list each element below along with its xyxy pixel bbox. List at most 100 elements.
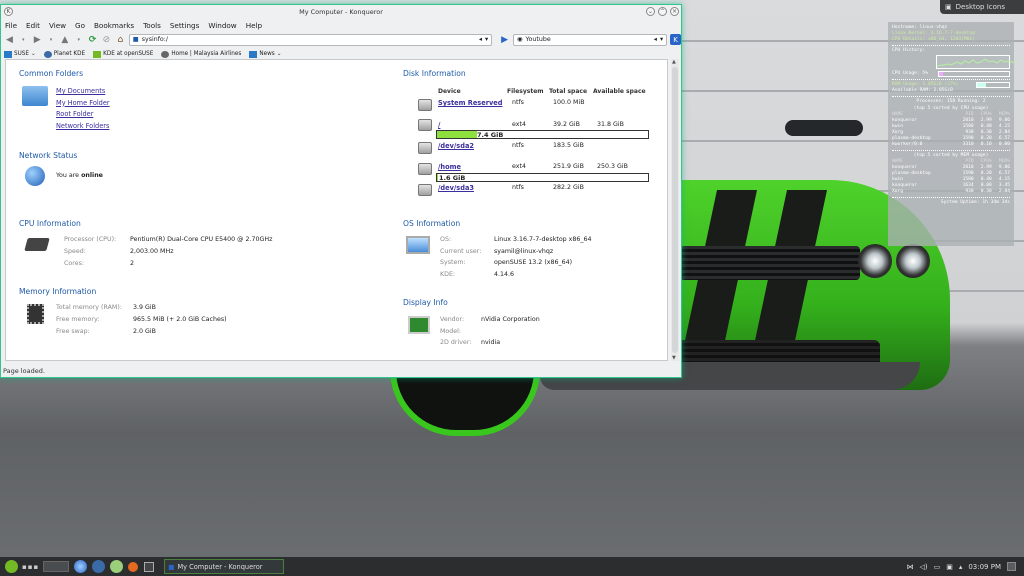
conky-process-cell: 930 <box>965 189 974 195</box>
konqueror-icon[interactable] <box>92 560 106 573</box>
clear-address-icon[interactable]: ◂ <box>479 36 482 43</box>
show-desktop-icon[interactable] <box>1007 562 1016 571</box>
window-titlebar[interactable]: K My Computer - Konqueror ⌄ ⌃ × <box>1 5 681 19</box>
conky-cpu-usage: CPU Usage: 5% <box>892 71 928 77</box>
volume-icon[interactable]: ◁) <box>919 563 927 571</box>
minimize-icon[interactable]: ⌄ <box>646 7 655 16</box>
search-text: Youtube <box>525 36 551 43</box>
bookmark-malaysia-airlines[interactable]: Home | Malaysia Airlines <box>161 50 241 58</box>
page-favicon: ■ <box>132 36 139 43</box>
opensuse-icon <box>93 50 102 58</box>
menu-edit[interactable]: Edit <box>26 21 40 30</box>
disk-row-device-link[interactable]: System Reserved <box>438 99 502 107</box>
link-my-home-folder[interactable]: My Home Folder <box>56 99 110 107</box>
bookmark-planet-kde[interactable]: Planet KDE <box>43 50 85 58</box>
reload-icon[interactable]: ⟳ <box>87 34 98 45</box>
opensuse-icon[interactable] <box>110 560 124 573</box>
os-values: Linux 3.16.7-7-desktop x86_64 syamil@lin… <box>494 236 592 278</box>
up-icon[interactable]: ▲ <box>59 34 70 45</box>
disk-row-device-link[interactable]: / <box>438 121 440 129</box>
scroll-down-icon[interactable]: ▼ <box>672 355 676 361</box>
close-icon[interactable]: × <box>670 7 679 16</box>
link-root-folder[interactable]: Root Folder <box>56 110 110 118</box>
network-state: online <box>81 172 103 179</box>
disk-used-label: 1.6 GiB <box>439 174 466 182</box>
address-dropdown-icon[interactable]: ▾ <box>485 36 488 43</box>
firefox-icon[interactable] <box>128 561 139 572</box>
search-provider-icon[interactable]: ◉ <box>517 36 523 43</box>
bookmark-suse[interactable]: SUSE ⌄ <box>4 50 36 58</box>
bookmark-news[interactable]: News ⌄ <box>249 50 281 58</box>
forward-icon[interactable]: ▶ <box>32 34 43 45</box>
menu-bookmarks[interactable]: Bookmarks <box>94 21 134 30</box>
task-konqueror[interactable]: ■ My Computer - Konqueror <box>164 559 285 574</box>
display-labels: Vendor: Model: 2D driver: <box>440 316 471 346</box>
globe-icon <box>25 166 45 186</box>
pager-icon[interactable]: ▪▪▪ <box>22 563 39 571</box>
forward-dropdown-icon[interactable]: ▾ <box>46 34 57 45</box>
maximize-icon[interactable]: ⌃ <box>658 7 667 16</box>
address-text: sysinfo:/ <box>141 36 169 43</box>
link-network-folders[interactable]: Network Folders <box>56 122 110 130</box>
back-dropdown-icon[interactable]: ▾ <box>18 34 29 45</box>
memory-chip-icon <box>27 304 44 324</box>
memory-labels: Total memory (RAM): Free memory: Free sw… <box>56 304 122 335</box>
menu-view[interactable]: View <box>49 21 66 30</box>
stop-icon[interactable]: ⊘ <box>101 34 112 45</box>
desktop-icons-icon: ▣ <box>945 3 952 11</box>
kde-connect-icon[interactable]: ⋈ <box>906 563 913 571</box>
folder-icon <box>4 50 12 58</box>
menu-go[interactable]: Go <box>75 21 85 30</box>
search-dropdown-icon[interactable]: ▾ <box>660 36 663 43</box>
go-icon[interactable]: ▶ <box>499 34 510 45</box>
clock[interactable]: 03:09 PM <box>968 563 1001 571</box>
terminal-icon[interactable] <box>144 561 155 572</box>
cpu-label: Cores: <box>64 260 84 267</box>
menu-file[interactable]: File <box>5 21 17 30</box>
menu-tools[interactable]: Tools <box>143 21 161 30</box>
disk-col-filesystem: Filesystem <box>507 88 544 95</box>
network-icon[interactable]: ▣ <box>946 563 953 571</box>
menu-help[interactable]: Help <box>246 21 262 30</box>
clipboard-icon[interactable]: ▭ <box>934 563 941 571</box>
car-headlight <box>858 244 892 278</box>
home-icon[interactable]: ⌂ <box>115 34 126 45</box>
menu-settings[interactable]: Settings <box>170 21 199 30</box>
desktop-pager[interactable] <box>43 561 70 572</box>
conky-cpu-details: CPU Details: x86_64, 1203(MHz) <box>892 37 975 43</box>
conky-available-ram: Available RAM: 2.85GiB <box>892 88 953 94</box>
menu-window[interactable]: Window <box>208 21 236 30</box>
back-icon[interactable]: ◀ <box>4 34 15 45</box>
up-dropdown-icon[interactable]: ▾ <box>73 34 84 45</box>
os-label: OS: <box>440 236 452 243</box>
konqueror-window[interactable]: K My Computer - Konqueror ⌄ ⌃ × File Edi… <box>0 4 682 378</box>
conky-process-cell: 0.00 <box>998 141 1010 147</box>
cpu-info-heading: CPU Information <box>19 219 81 228</box>
conky-cpu-usage-row: CPU Usage: 5% <box>892 71 1010 78</box>
chromium-icon[interactable] <box>74 560 88 573</box>
cpu-label: Speed: <box>64 248 86 255</box>
disk-row-device-link[interactable]: /dev/sda2 <box>438 142 474 150</box>
desktop-icons-button[interactable]: ▣ Desktop Icons <box>940 0 1024 14</box>
tray-expand-icon[interactable]: ▴ <box>959 563 963 571</box>
link-my-documents[interactable]: My Documents <box>56 87 110 95</box>
window-title: My Computer - Konqueror <box>299 8 383 16</box>
network-prefix: You are <box>56 172 80 179</box>
vertical-scrollbar[interactable]: ▲ ▼ <box>671 59 679 361</box>
kickoff-menu-icon[interactable] <box>5 560 18 573</box>
search-bar[interactable]: ◉ Youtube ◂ ▾ <box>513 33 668 46</box>
bookmark-kde-opensuse[interactable]: KDE at openSUSE <box>93 50 153 58</box>
network-status-heading: Network Status <box>19 151 78 160</box>
conky-top-mem-table: NAME PID CPU% MEM% konqueror 2010 2.99 9.86 plas… <box>892 159 1010 195</box>
globe-icon <box>161 50 170 58</box>
scroll-up-icon[interactable]: ▲ <box>672 59 676 65</box>
bookmark-label: SUSE <box>14 51 29 57</box>
clear-search-icon[interactable]: ◂ <box>654 36 657 43</box>
disk-info-heading: Disk Information <box>403 69 466 78</box>
network-status-text: You are online <box>56 172 103 179</box>
disk-row-device-link[interactable]: /home <box>438 163 461 171</box>
disk-row-device-link[interactable]: /dev/sda3 <box>438 184 474 192</box>
taskbar: ▪▪▪ ■ My Computer - Konqueror ⋈ ◁) ▭ ▣ ▴… <box>0 557 1024 576</box>
address-bar[interactable]: ■ sysinfo:/ ◂ ▾ <box>128 33 493 46</box>
window-menu-icon[interactable]: K <box>4 7 13 16</box>
